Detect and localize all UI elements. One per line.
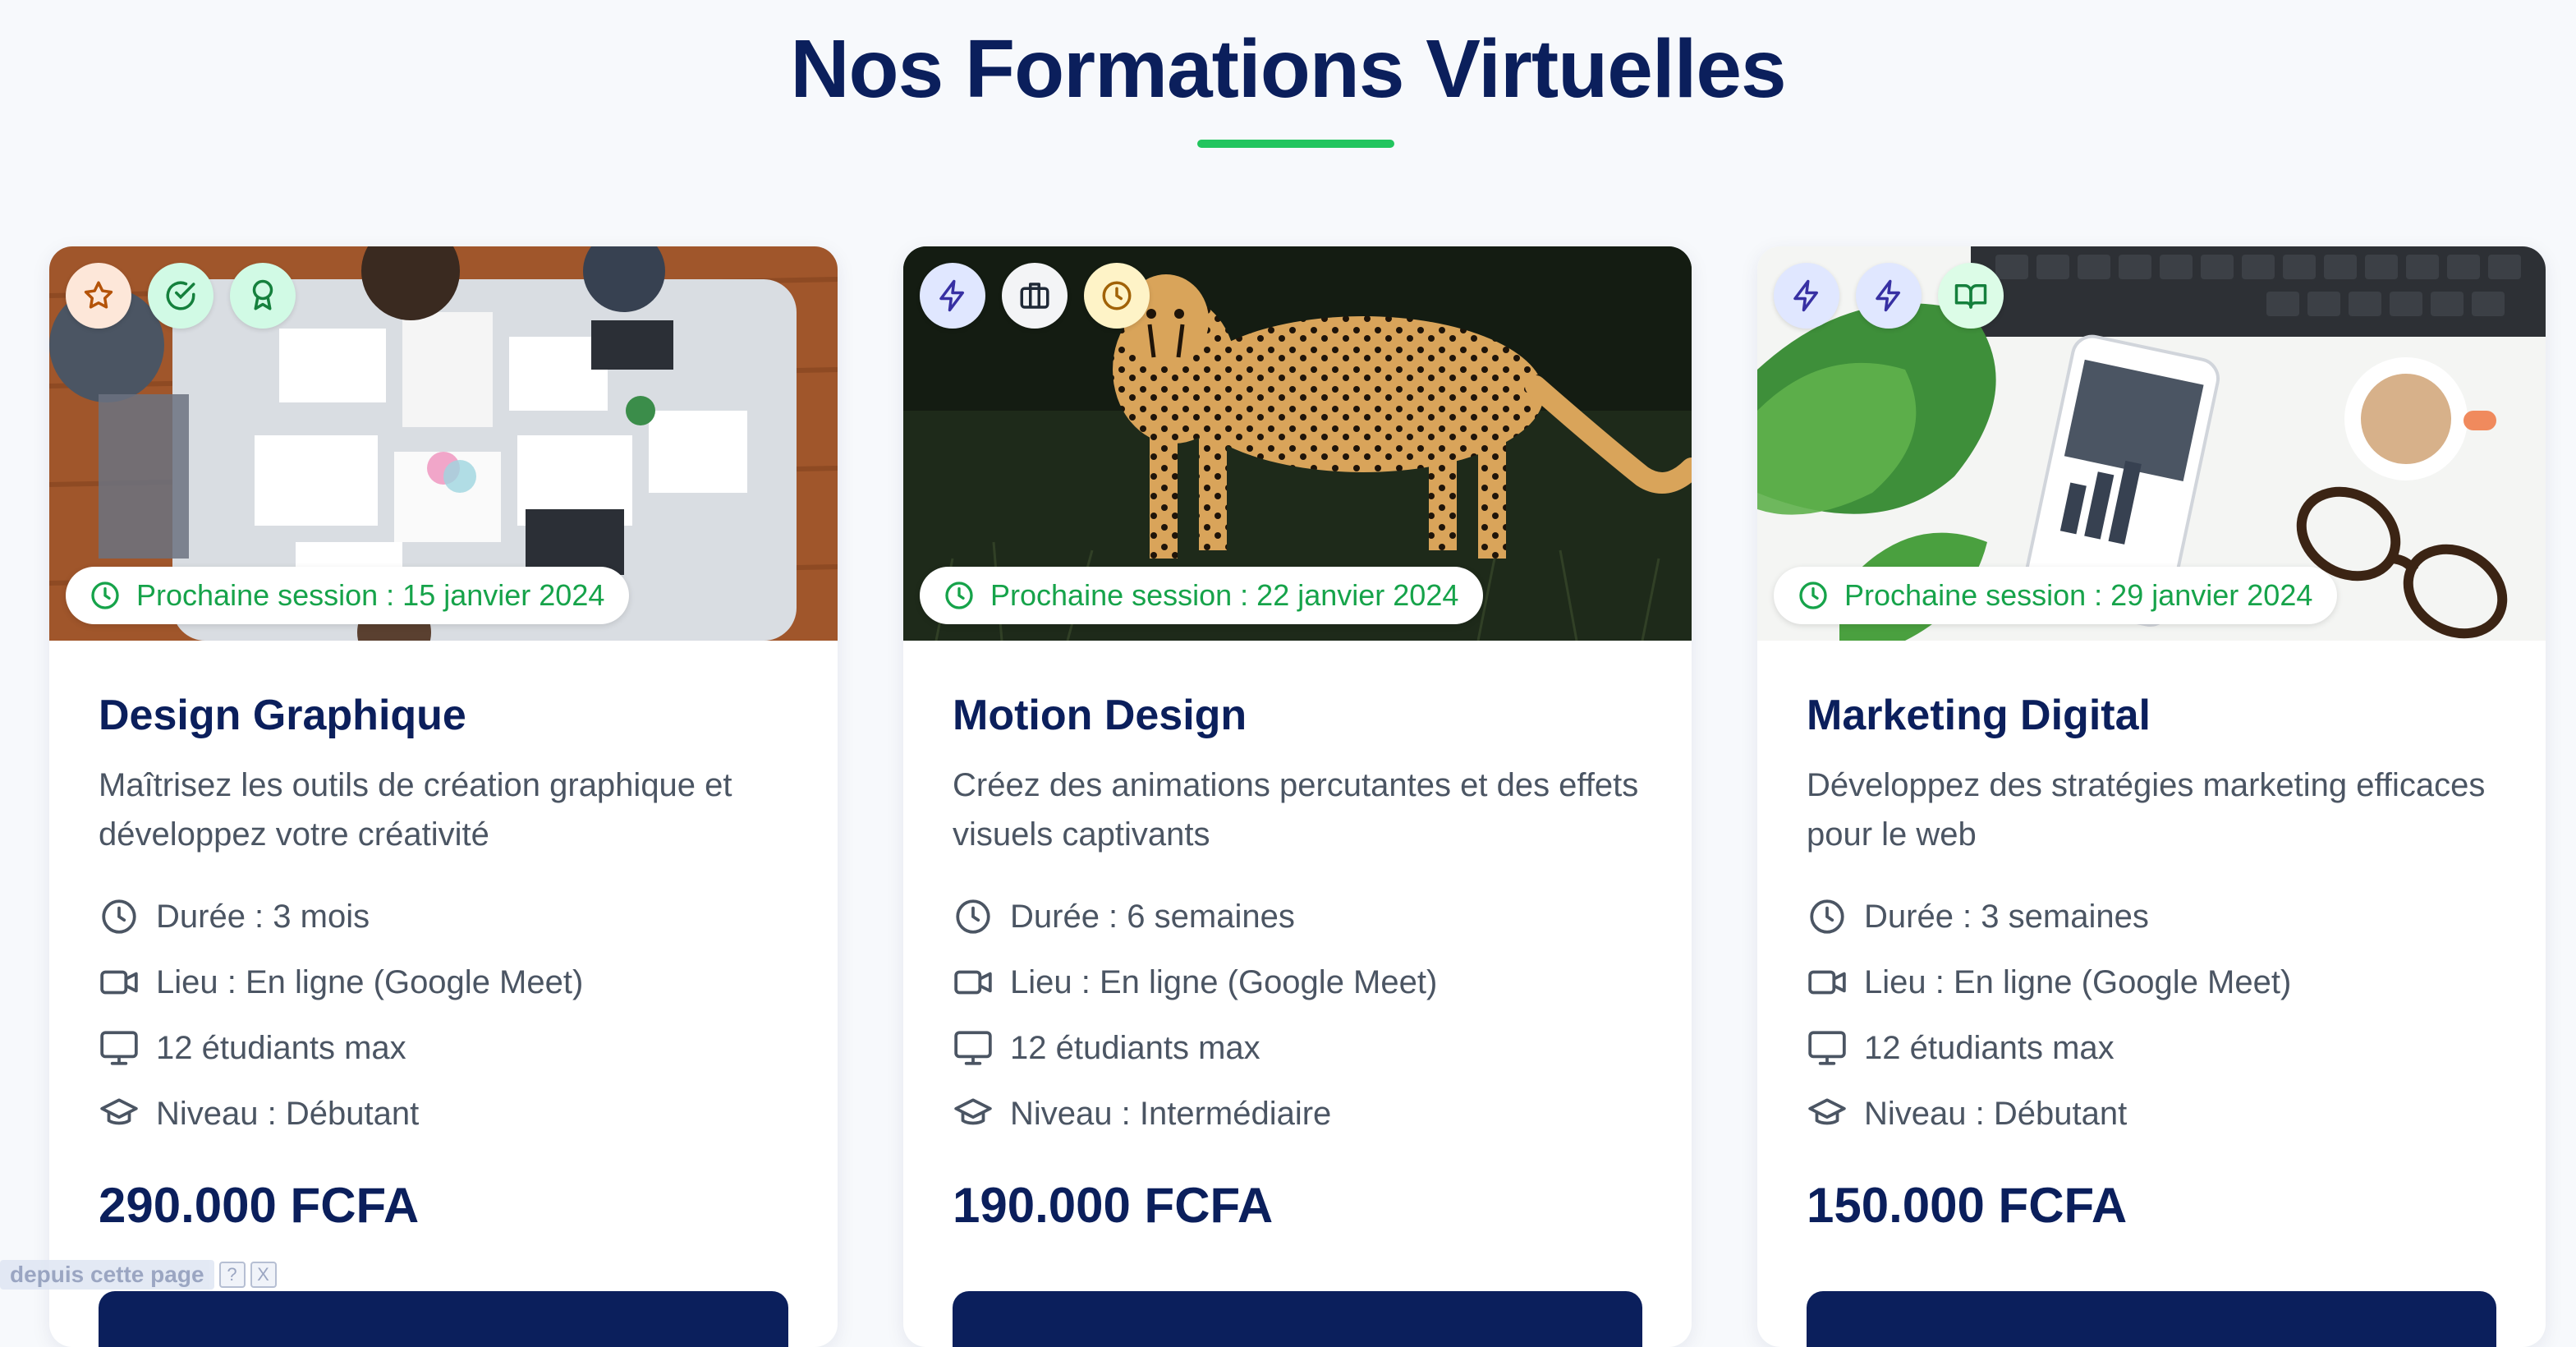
next-session-badge: Prochaine session : 22 janvier 2024	[920, 567, 1484, 624]
course-description: Développez des stratégies marketing effi…	[1807, 767, 2486, 853]
close-button[interactable]: X	[250, 1262, 277, 1288]
monitor-icon	[100, 1031, 138, 1066]
course-price: 290.000 FCFA	[99, 1178, 420, 1234]
duration-text: Durée : 3 mois	[156, 898, 370, 935]
clock-icon	[102, 899, 136, 935]
graduation-cap-icon	[1808, 1098, 1846, 1125]
help-button[interactable]: ?	[218, 1262, 246, 1288]
session-text: Prochaine session : 29 janvier 2024	[1844, 578, 2313, 612]
check-circle-icon	[148, 263, 214, 329]
video-icon	[954, 971, 992, 995]
title-underline	[1197, 140, 1394, 148]
badges	[66, 263, 296, 329]
session-text: Prochaine session : 22 janvier 2024	[990, 578, 1459, 612]
feature-location: Lieu : En ligne (Google Meet)	[99, 949, 788, 1015]
course-title: Design Graphique	[99, 692, 466, 739]
location-text: Lieu : En ligne (Google Meet)	[156, 963, 584, 1000]
enroll-button[interactable]	[1807, 1291, 2496, 1347]
next-session-badge: Prochaine session : 29 janvier 2024	[1774, 567, 2338, 624]
feature-students: 12 étudiants max	[1807, 1015, 2496, 1081]
feature-duration: Durée : 3 semaines	[1807, 884, 2496, 949]
enroll-button[interactable]	[99, 1291, 788, 1347]
book-open-icon	[1938, 263, 2004, 329]
feature-duration: Durée : 6 semaines	[953, 884, 1642, 949]
course-title: Motion Design	[953, 692, 1247, 739]
badges	[1774, 263, 2004, 329]
zap-icon	[920, 263, 985, 329]
course-description: Maîtrisez les outils de création graphiq…	[99, 767, 732, 853]
clock-icon	[945, 582, 973, 609]
feature-location: Lieu : En ligne (Google Meet)	[953, 949, 1642, 1015]
clock-icon	[1810, 899, 1844, 935]
course-card-motion-design[interactable]: Prochaine session : 22 janvier 2024 Moti…	[903, 246, 1692, 1347]
enroll-button[interactable]	[953, 1291, 1642, 1347]
clock-icon	[956, 899, 990, 935]
course-title: Marketing Digital	[1807, 692, 2151, 739]
feature-level: Niveau : Intermédiaire	[953, 1081, 1642, 1147]
clock-icon	[91, 582, 119, 609]
zap-icon	[1774, 263, 1839, 329]
feature-students: 12 étudiants max	[99, 1015, 788, 1081]
level-text: Niveau : Débutant	[1864, 1095, 2128, 1132]
course-features: Durée : 3 semaines Lieu : En ligne (Goog…	[1807, 884, 2496, 1147]
level-text: Niveau : Intermédiaire	[1010, 1095, 1332, 1132]
graduation-cap-icon	[100, 1098, 138, 1125]
session-text: Prochaine session : 15 janvier 2024	[136, 578, 605, 612]
course-price: 190.000 FCFA	[953, 1178, 1274, 1234]
course-card-marketing-digital[interactable]: Prochaine session : 29 janvier 2024 Mark…	[1757, 246, 2546, 1347]
section-title: Nos Formations Virtuelles	[790, 23, 1786, 115]
briefcase-icon	[1002, 263, 1068, 329]
video-icon	[100, 971, 138, 995]
award-icon	[230, 263, 296, 329]
feature-level: Niveau : Débutant	[99, 1081, 788, 1147]
monitor-icon	[954, 1031, 992, 1066]
clock-icon	[1799, 582, 1827, 609]
feature-students: 12 étudiants max	[953, 1015, 1642, 1081]
star-icon	[66, 263, 131, 329]
feature-location: Lieu : En ligne (Google Meet)	[1807, 949, 2496, 1015]
students-text: 12 étudiants max	[1010, 1029, 1260, 1066]
video-icon	[1808, 971, 1846, 995]
monitor-icon	[1808, 1031, 1846, 1066]
feature-level: Niveau : Débutant	[1807, 1081, 2496, 1147]
location-text: Lieu : En ligne (Google Meet)	[1010, 963, 1438, 1000]
course-description: Créez des animations percutantes et des …	[953, 767, 1639, 853]
clock-icon	[1084, 263, 1150, 329]
feature-duration: Durée : 3 mois	[99, 884, 788, 949]
next-session-badge: Prochaine session : 15 janvier 2024	[66, 567, 630, 624]
course-image: Prochaine session : 15 janvier 2024	[49, 246, 838, 641]
course-card-design-graphique[interactable]: Prochaine session : 15 janvier 2024 Desi…	[49, 246, 838, 1347]
badges	[920, 263, 1150, 329]
course-image: Prochaine session : 29 janvier 2024	[1757, 246, 2546, 641]
course-features: Durée : 3 mois Lieu : En ligne (Google M…	[99, 884, 788, 1147]
students-text: 12 étudiants max	[1864, 1029, 2115, 1066]
students-text: 12 étudiants max	[156, 1029, 406, 1066]
zap-icon	[1856, 263, 1922, 329]
duration-text: Durée : 6 semaines	[1010, 898, 1295, 935]
duration-text: Durée : 3 semaines	[1864, 898, 2149, 935]
level-text: Niveau : Débutant	[156, 1095, 420, 1132]
location-text: Lieu : En ligne (Google Meet)	[1864, 963, 2292, 1000]
graduation-cap-icon	[954, 1098, 992, 1125]
course-price: 150.000 FCFA	[1807, 1178, 2128, 1234]
translate-widget: depuis cette page ? X	[0, 1258, 277, 1291]
widget-label[interactable]: depuis cette page	[0, 1260, 214, 1290]
course-features: Durée : 6 semaines Lieu : En ligne (Goog…	[953, 884, 1642, 1147]
course-image: Prochaine session : 22 janvier 2024	[903, 246, 1692, 641]
